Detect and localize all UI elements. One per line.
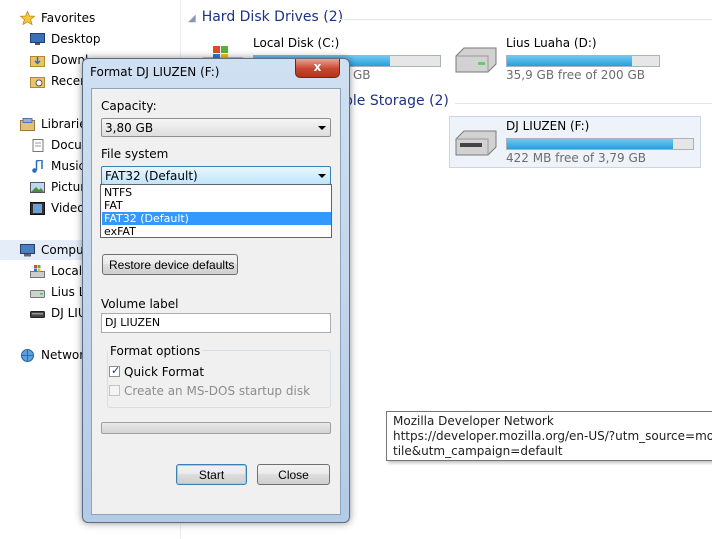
format-options-title: Format options — [108, 344, 203, 358]
restore-defaults-button[interactable]: Restore device defaults — [102, 254, 238, 275]
filesystem-label: File system — [101, 147, 169, 161]
nav-favorites-label: Favorites — [41, 11, 96, 25]
desktop-icon — [30, 32, 45, 45]
capacity-label: Capacity: — [101, 99, 157, 113]
usb-drive-icon — [30, 306, 45, 319]
pictures-icon — [30, 180, 45, 193]
computer-icon — [20, 243, 35, 257]
filesystem-option-exfat[interactable]: exFAT — [102, 225, 331, 238]
windows-drive-icon — [30, 264, 45, 278]
tooltip-url: https://developer.mozilla.org/en-US/?utm… — [393, 429, 712, 443]
documents-icon — [30, 138, 45, 152]
nav-computer-label: Compu — [41, 243, 84, 257]
volume-label: Volume label — [101, 297, 179, 311]
drive-d-usage-bar — [506, 55, 660, 67]
msdos-startup-checkbox[interactable] — [109, 385, 120, 396]
chevron-down-icon — [318, 126, 326, 130]
volume-label-input[interactable]: DJ LIUZEN — [101, 313, 331, 333]
dialog-title: Format DJ LIUZEN (F:) — [90, 65, 220, 79]
music-note-icon — [30, 159, 45, 173]
hard-drive-icon — [30, 285, 45, 298]
drive-f[interactable]: DJ LIUZEN (F:) 422 MB free of 3,79 GB — [452, 119, 702, 165]
downloads-folder-icon — [30, 53, 45, 67]
tooltip-url-continued: tile&utm_campaign=default — [393, 444, 563, 458]
volume-label-value: DJ LIUZEN — [105, 316, 161, 329]
removable-group-divider — [455, 103, 712, 104]
start-button[interactable]: Start — [176, 464, 247, 485]
removable-group-header[interactable]: ble Storage (2) — [344, 93, 449, 109]
close-button[interactable]: Close — [257, 464, 330, 485]
capacity-select[interactable]: 3,80 GB — [101, 118, 331, 137]
drive-d-usage-fill — [507, 56, 632, 66]
collapse-arrow-icon: ◢ — [188, 13, 196, 24]
filesystem-value: FAT32 (Default) — [105, 169, 198, 183]
recent-places-icon — [30, 74, 45, 88]
filesystem-option-ntfs[interactable]: NTFS — [102, 186, 331, 199]
drive-c-free: GB — [353, 68, 371, 82]
drive-f-name: DJ LIUZEN (F:) — [506, 119, 590, 133]
filesystem-option-fat32[interactable]: FAT32 (Default) — [102, 212, 331, 225]
capacity-value: 3,80 GB — [105, 121, 154, 135]
msdos-startup-label[interactable]: Create an MS-DOS startup disk — [124, 384, 310, 398]
dialog-close-button[interactable]: x — [295, 59, 340, 78]
star-icon — [19, 10, 36, 26]
filesystem-dropdown-list: NTFS FAT FAT32 (Default) exFAT — [100, 184, 332, 238]
nav-music-label: Music — [51, 159, 86, 173]
filesystem-option-fat[interactable]: FAT — [102, 199, 331, 212]
quick-format-label[interactable]: Quick Format — [124, 365, 204, 379]
hdd-group-header[interactable]: ◢ Hard Disk Drives (2) — [188, 9, 343, 25]
drive-c-name: Local Disk (C:) — [253, 36, 340, 50]
drive-f-free: 422 MB free of 3,79 GB — [506, 151, 647, 165]
nav-local-disk-label: Local — [51, 264, 83, 278]
drive-d-name: Lius Luaha (D:) — [506, 36, 597, 50]
chevron-down-icon — [318, 174, 326, 178]
drive-d[interactable]: Lius Luaha (D:) 35,9 GB free of 200 GB — [452, 36, 702, 82]
drive-f-usage-bar — [506, 138, 694, 150]
checkmark-icon: ✓ — [111, 364, 121, 377]
quick-format-checkbox[interactable]: ✓ — [109, 364, 121, 377]
hard-drive-icon — [452, 44, 500, 76]
tooltip-title: Mozilla Developer Network — [393, 414, 554, 428]
usb-drive-icon — [452, 127, 500, 159]
format-options-group — [107, 350, 331, 408]
nav-desktop-label: Desktop — [51, 32, 101, 46]
drive-d-free: 35,9 GB free of 200 GB — [506, 68, 645, 82]
videos-icon — [30, 201, 45, 215]
filesystem-select[interactable]: FAT32 (Default) — [101, 166, 331, 185]
dialog-body: Capacity: 3,80 GB File system FAT32 (Def… — [91, 88, 341, 515]
nav-lius-drive-label: Lius L — [51, 285, 86, 299]
link-tooltip: Mozilla Developer Network https://develo… — [386, 411, 712, 461]
nav-pictures-label: Pictur — [51, 180, 86, 194]
removable-group-title: ble Storage (2) — [344, 93, 449, 109]
close-icon: x — [313, 60, 322, 74]
libraries-icon — [20, 117, 35, 131]
hdd-group-divider — [340, 19, 712, 20]
format-progress-bar — [101, 422, 331, 434]
network-icon — [20, 348, 35, 362]
format-dialog: Format DJ LIUZEN (F:) x Capacity: 3,80 G… — [82, 58, 350, 523]
hdd-group-title: Hard Disk Drives (2) — [201, 9, 344, 25]
drive-f-usage-fill — [507, 139, 673, 149]
